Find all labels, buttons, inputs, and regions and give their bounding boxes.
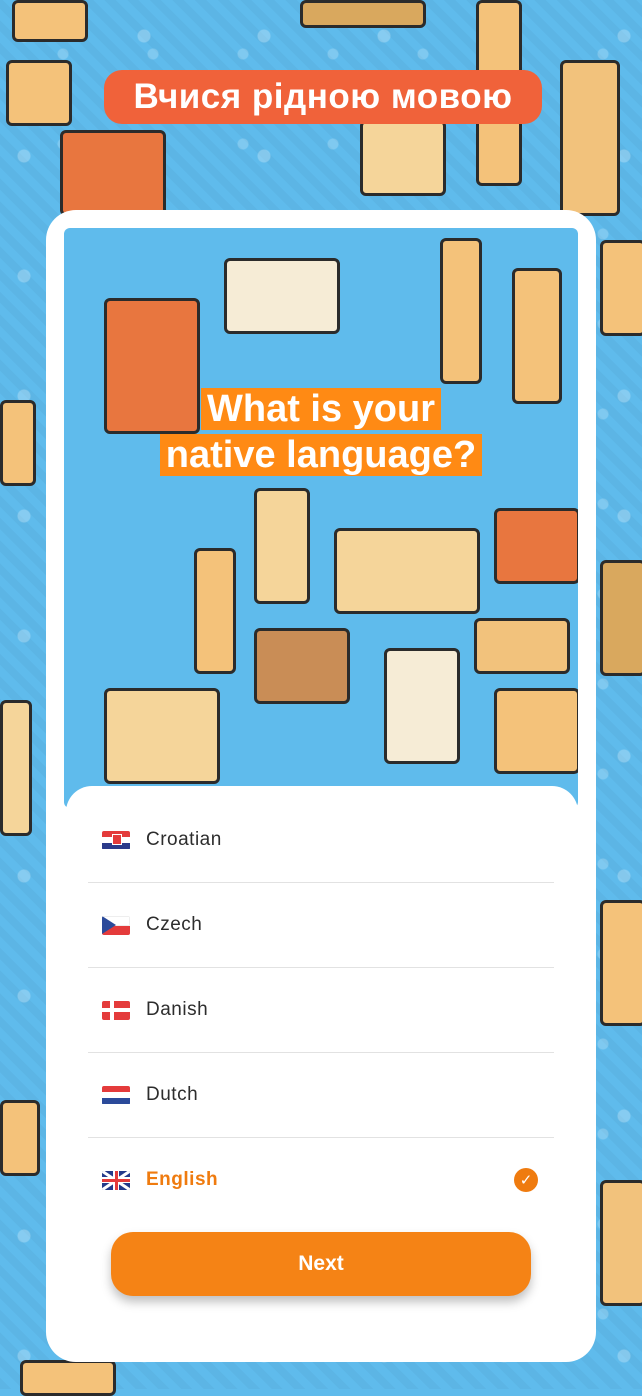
building-illustration xyxy=(6,60,72,126)
pyramid-illustration xyxy=(474,618,570,674)
language-list-sheet: Croatian Czech Danish Dutch English ✓ Ne… xyxy=(66,786,578,1346)
building-illustration xyxy=(334,528,480,614)
clock-tower-illustration xyxy=(440,238,482,384)
uk-flag-icon xyxy=(102,1170,130,1190)
building-illustration xyxy=(360,120,446,196)
building-illustration xyxy=(12,0,88,42)
building-illustration xyxy=(600,1180,642,1306)
denmark-flag-icon xyxy=(102,1000,130,1020)
page-title: What is your native language? xyxy=(64,386,578,478)
building-illustration xyxy=(20,1360,116,1396)
taj-mahal-illustration xyxy=(224,258,340,334)
building-illustration xyxy=(254,628,350,704)
language-option-croatian[interactable]: Croatian xyxy=(88,798,554,883)
building-illustration xyxy=(494,688,578,774)
checkmark-icon: ✓ xyxy=(514,1168,538,1192)
page-title-line-2: native language? xyxy=(159,434,483,476)
building-illustration xyxy=(600,240,642,336)
hero-illustration: What is your native language? xyxy=(64,228,578,808)
app-tagline: Вчися рідною мовою xyxy=(133,77,513,116)
czech-flag-icon xyxy=(102,915,130,935)
language-label: Croatian xyxy=(146,829,222,850)
building-illustration xyxy=(300,0,426,28)
language-label: Dutch xyxy=(146,1084,199,1105)
netherlands-flag-icon xyxy=(102,1085,130,1105)
language-option-danish[interactable]: Danish xyxy=(88,968,554,1053)
language-option-english[interactable]: English ✓ xyxy=(88,1138,554,1222)
language-label: English xyxy=(146,1169,219,1190)
eiffel-tower-illustration xyxy=(384,648,460,764)
language-option-czech[interactable]: Czech xyxy=(88,883,554,968)
croatia-flag-icon xyxy=(102,830,130,850)
next-button[interactable]: Next xyxy=(111,1232,531,1296)
clock-tower-illustration xyxy=(194,548,236,674)
building-illustration xyxy=(0,400,36,486)
page-title-line-1: What is your xyxy=(200,388,442,430)
building-illustration xyxy=(60,130,166,216)
language-option-dutch[interactable]: Dutch xyxy=(88,1053,554,1138)
torii-gate-illustration xyxy=(494,508,578,584)
language-label: Danish xyxy=(146,999,209,1020)
language-picker-card: What is your native language? Croatian C… xyxy=(46,210,596,1362)
building-illustration xyxy=(104,688,220,784)
tower-illustration xyxy=(512,268,562,404)
building-illustration xyxy=(0,1100,40,1176)
building-illustration xyxy=(0,700,32,836)
building-illustration xyxy=(600,560,642,676)
tower-illustration xyxy=(254,488,310,604)
building-illustration xyxy=(600,900,642,1026)
tower-illustration xyxy=(560,60,620,216)
app-tagline-banner: Вчися рідною мовою xyxy=(104,70,542,124)
language-label: Czech xyxy=(146,914,203,935)
